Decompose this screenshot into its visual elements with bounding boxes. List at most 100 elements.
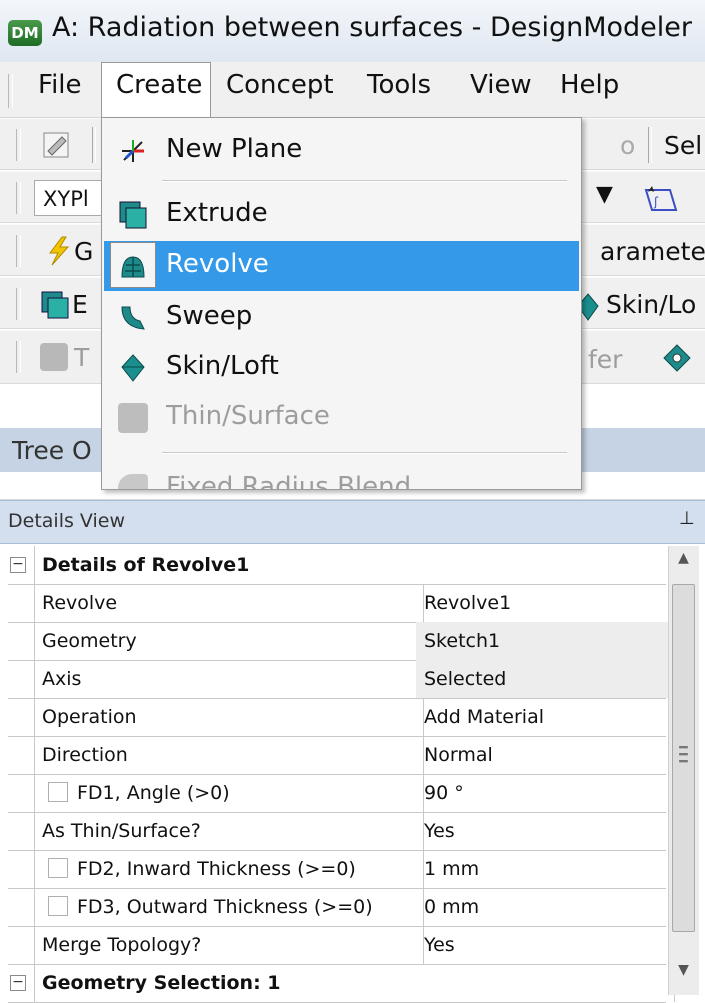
- menu-help[interactable]: Help: [560, 70, 619, 100]
- create-dropdown-menu: New Plane Extrude Revolve Sweep Skin/Lof…: [101, 117, 582, 490]
- menu-item-label: Thin/Surface: [166, 401, 330, 431]
- menu-file[interactable]: File: [38, 70, 82, 100]
- property-value[interactable]: Sketch1: [416, 622, 675, 660]
- menu-create[interactable]: Create: [116, 70, 202, 100]
- toolbar-grip: [16, 182, 21, 214]
- menu-item-new-plane[interactable]: New Plane: [104, 126, 579, 176]
- property-value[interactable]: Yes: [416, 926, 675, 964]
- extrude-icon: [119, 201, 147, 229]
- menu-item-label: New Plane: [166, 134, 303, 164]
- table-row[interactable]: Merge Topology? Yes: [8, 926, 675, 965]
- property-value[interactable]: Yes: [416, 812, 675, 850]
- collapse-icon[interactable]: −: [10, 557, 26, 573]
- page-setup-icon[interactable]: [36, 129, 80, 161]
- parameters-button[interactable]: aramete: [600, 237, 705, 266]
- property-label: FD3, Outward Thickness (>=0): [77, 896, 373, 918]
- menu-item-fixed-radius-blend: Fixed Radius Blend: [104, 464, 579, 490]
- property-label: FD1, Angle (>0): [77, 782, 230, 804]
- property-label-cell: FD3, Outward Thickness (>=0): [34, 888, 424, 926]
- toolbar-grip: [16, 341, 21, 373]
- table-row[interactable]: Revolve Revolve1: [8, 584, 675, 623]
- menu-item-label: Skin/Loft: [166, 351, 279, 381]
- chevron-down-icon[interactable]: ▼: [596, 182, 613, 207]
- menu-item-sweep[interactable]: Sweep: [104, 293, 579, 343]
- skin-loft-toolbar-button[interactable]: Skin/Lo: [606, 290, 696, 319]
- group-label: Geometry Selection: 1: [34, 964, 675, 1002]
- table-row[interactable]: FD1, Angle (>0) 90 °: [8, 774, 675, 813]
- scroll-down-arrow-icon[interactable]: ▼: [670, 962, 697, 992]
- slice-icon[interactable]: [662, 343, 692, 373]
- property-label: Operation: [34, 698, 424, 736]
- generate-button[interactable]: G: [74, 237, 93, 266]
- parameter-checkbox[interactable]: [48, 895, 68, 916]
- thin-surface-icon: [40, 343, 68, 371]
- table-row[interactable]: FD3, Outward Thickness (>=0) 0 mm: [8, 888, 675, 927]
- toolbar-grip: [16, 129, 21, 161]
- scroll-grip-icon: ━ ━ ━: [679, 740, 688, 770]
- revolve-icon: [121, 256, 145, 278]
- property-label: Geometry: [34, 622, 424, 660]
- window-title: A: Radiation between surfaces - DesignMo…: [52, 12, 692, 43]
- select-mode-button[interactable]: Sel: [664, 131, 702, 160]
- extrude-toolbar-button[interactable]: E: [72, 290, 88, 319]
- property-label: As Thin/Surface?: [34, 812, 424, 850]
- collapse-icon[interactable]: −: [10, 975, 26, 991]
- details-view-title: Details View: [8, 510, 125, 532]
- scroll-up-arrow-icon[interactable]: ▲: [670, 550, 697, 580]
- property-value[interactable]: 90 °: [416, 774, 675, 812]
- menu-item-thin-surface: Thin/Surface: [104, 393, 579, 443]
- table-row[interactable]: Direction Normal: [8, 736, 675, 775]
- property-value[interactable]: Normal: [416, 736, 675, 774]
- menu-tools[interactable]: Tools: [367, 70, 431, 100]
- extrude-icon[interactable]: [40, 290, 70, 320]
- new-plane-icon: [122, 140, 144, 162]
- property-label: Revolve: [34, 584, 424, 622]
- sweep-icon: [121, 306, 145, 330]
- plane-select-value: XYPl: [43, 187, 89, 211]
- app-logo-icon: DM: [8, 20, 42, 46]
- skin-loft-icon: [121, 354, 145, 382]
- blend-icon: [118, 474, 148, 489]
- group-label: Details of Revolve1: [34, 546, 675, 584]
- thin-surface-icon: [118, 403, 148, 433]
- toolbar-grip: [16, 235, 21, 267]
- property-label-cell: FD2, Inward Thickness (>=0): [34, 850, 424, 888]
- table-row[interactable]: As Thin/Surface? Yes: [8, 812, 675, 851]
- toolbar-partial-item[interactable]: o: [620, 131, 635, 160]
- menu-separator: [162, 180, 567, 182]
- svg-text:ʃ: ʃ: [653, 195, 659, 209]
- property-value[interactable]: 0 mm: [416, 888, 675, 926]
- table-row[interactable]: Axis Selected: [8, 660, 675, 699]
- generate-icon[interactable]: [44, 235, 72, 267]
- property-label: Axis: [34, 660, 424, 698]
- menu-item-revolve[interactable]: Revolve: [104, 241, 579, 291]
- property-value[interactable]: 1 mm: [416, 850, 675, 888]
- menu-grip: [8, 74, 13, 108]
- menu-view[interactable]: View: [470, 70, 532, 100]
- toolbar-grip: [16, 288, 21, 320]
- menu-concept[interactable]: Concept: [226, 70, 334, 100]
- tree-outline-title: Tree O: [12, 436, 92, 465]
- table-row[interactable]: Operation Add Material: [8, 698, 675, 737]
- toolbar-separator: [648, 127, 652, 163]
- menu-item-extrude[interactable]: Extrude: [104, 190, 579, 240]
- toolbar-separator: [92, 127, 96, 163]
- property-value[interactable]: Selected: [416, 660, 675, 698]
- menu-item-label: Revolve: [166, 249, 269, 279]
- property-label: Direction: [34, 736, 424, 774]
- menu-item-skin-loft[interactable]: Skin/Loft: [104, 343, 579, 393]
- property-value[interactable]: Add Material: [416, 698, 675, 736]
- property-value[interactable]: Revolve1: [416, 584, 675, 622]
- table-row[interactable]: FD2, Inward Thickness (>=0) 1 mm: [8, 850, 675, 889]
- parameter-checkbox[interactable]: [48, 781, 68, 802]
- group-row-geometry-selection[interactable]: − Geometry Selection: 1: [8, 964, 675, 1003]
- menu-item-label: Extrude: [166, 198, 268, 228]
- pin-icon[interactable]: ⊥: [679, 508, 695, 529]
- menu-item-label: Fixed Radius Blend: [166, 472, 412, 490]
- parameter-checkbox[interactable]: [48, 857, 68, 878]
- group-row-details[interactable]: − Details of Revolve1: [8, 546, 675, 585]
- menu-item-label: Sweep: [166, 301, 253, 331]
- property-label-cell: FD1, Angle (>0): [34, 774, 424, 812]
- table-row[interactable]: Geometry Sketch1: [8, 622, 675, 661]
- new-sketch-icon[interactable]: ʃ: [640, 182, 682, 216]
